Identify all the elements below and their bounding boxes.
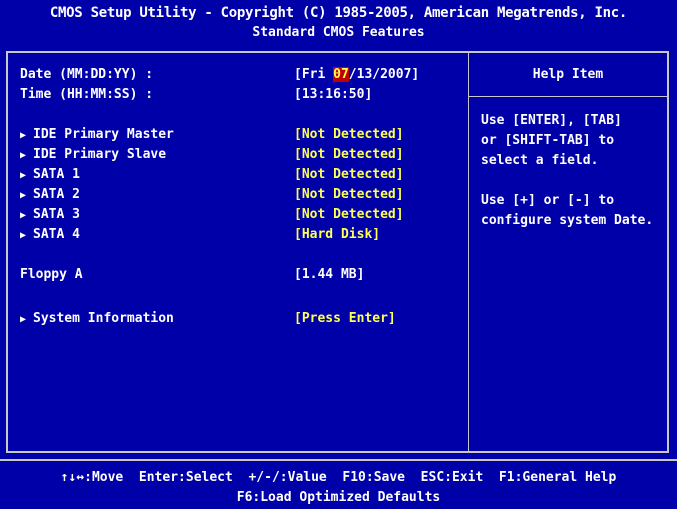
date-value[interactable]: [Fri 07/13/2007] bbox=[294, 67, 419, 82]
time-row[interactable]: Time (HH:MM:SS) : [13:16:50] bbox=[20, 87, 372, 105]
time-value[interactable]: [13:16:50] bbox=[294, 87, 372, 102]
system-information-row[interactable]: ▶ System Information [Press Enter] bbox=[20, 311, 396, 329]
help-text: Use [ENTER], [TAB] or [SHIFT-TAB] to sel… bbox=[481, 113, 654, 228]
floppy-a-label: Floppy A bbox=[20, 267, 83, 282]
sata3-value[interactable]: [Not Detected] bbox=[294, 207, 404, 222]
sata2-value[interactable]: [Not Detected] bbox=[294, 187, 404, 202]
sata4-value[interactable]: [Hard Disk] bbox=[294, 227, 380, 242]
key-help-line-defaults: F6:Load Optimized Defaults bbox=[236, 490, 441, 505]
submenu-arrow-icon: ▶ bbox=[20, 314, 27, 325]
page-title: Standard CMOS Features bbox=[252, 25, 425, 40]
submenu-arrow-icon: ▶ bbox=[20, 130, 27, 141]
date-rest: /13/2007] bbox=[348, 67, 420, 82]
submenu-arrow-icon: ▶ bbox=[20, 190, 27, 201]
bios-title: CMOS Setup Utility - Copyright (C) 1985-… bbox=[49, 5, 628, 21]
key-help-line: ↑↓↔:Move Enter:Select +/-/:Value F10:Sav… bbox=[60, 470, 617, 485]
sata4-label: SATA 4 bbox=[33, 227, 80, 242]
sata3-label: SATA 3 bbox=[33, 207, 80, 222]
help-title: Help Item bbox=[532, 67, 604, 82]
submenu-arrow-icon: ▶ bbox=[20, 210, 27, 221]
help-title-divider bbox=[469, 96, 667, 97]
sata1-label: SATA 1 bbox=[33, 167, 80, 182]
ide-primary-master-row[interactable]: ▶ IDE Primary Master [Not Detected] bbox=[20, 127, 404, 145]
time-label: Time (HH:MM:SS) : bbox=[20, 87, 154, 102]
date-label: Date (MM:DD:YY) : bbox=[20, 67, 154, 82]
sata1-row[interactable]: ▶ SATA 1 [Not Detected] bbox=[20, 167, 404, 185]
date-month-field[interactable]: 07 bbox=[333, 67, 349, 82]
submenu-arrow-icon: ▶ bbox=[20, 230, 27, 241]
submenu-arrow-icon: ▶ bbox=[20, 150, 27, 161]
floppy-a-row[interactable]: Floppy A [1.44 MB] bbox=[20, 267, 364, 285]
ide-primary-master-label: IDE Primary Master bbox=[33, 127, 174, 142]
sata4-row[interactable]: ▶ SATA 4 [Hard Disk] bbox=[20, 227, 380, 245]
sata2-label: SATA 2 bbox=[33, 187, 80, 202]
ide-primary-slave-value[interactable]: [Not Detected] bbox=[294, 147, 404, 162]
sata2-row[interactable]: ▶ SATA 2 [Not Detected] bbox=[20, 187, 404, 205]
ide-primary-slave-label: IDE Primary Slave bbox=[33, 147, 167, 162]
panel-divider bbox=[468, 53, 469, 451]
date-row[interactable]: Date (MM:DD:YY) : [Fri 07/13/2007] bbox=[20, 67, 419, 85]
floppy-a-value[interactable]: [1.44 MB] bbox=[294, 267, 364, 282]
date-prefix: [Fri bbox=[294, 67, 334, 82]
ide-primary-slave-row[interactable]: ▶ IDE Primary Slave [Not Detected] bbox=[20, 147, 404, 165]
system-information-value[interactable]: [Press Enter] bbox=[294, 311, 396, 326]
ide-primary-master-value[interactable]: [Not Detected] bbox=[294, 127, 404, 142]
sata3-row[interactable]: ▶ SATA 3 [Not Detected] bbox=[20, 207, 404, 225]
bios-header: CMOS Setup Utility - Copyright (C) 1985-… bbox=[0, 0, 677, 44]
system-information-label: System Information bbox=[33, 311, 174, 326]
sata1-value[interactable]: [Not Detected] bbox=[294, 167, 404, 182]
footer-divider bbox=[0, 459, 677, 461]
submenu-arrow-icon: ▶ bbox=[20, 170, 27, 181]
